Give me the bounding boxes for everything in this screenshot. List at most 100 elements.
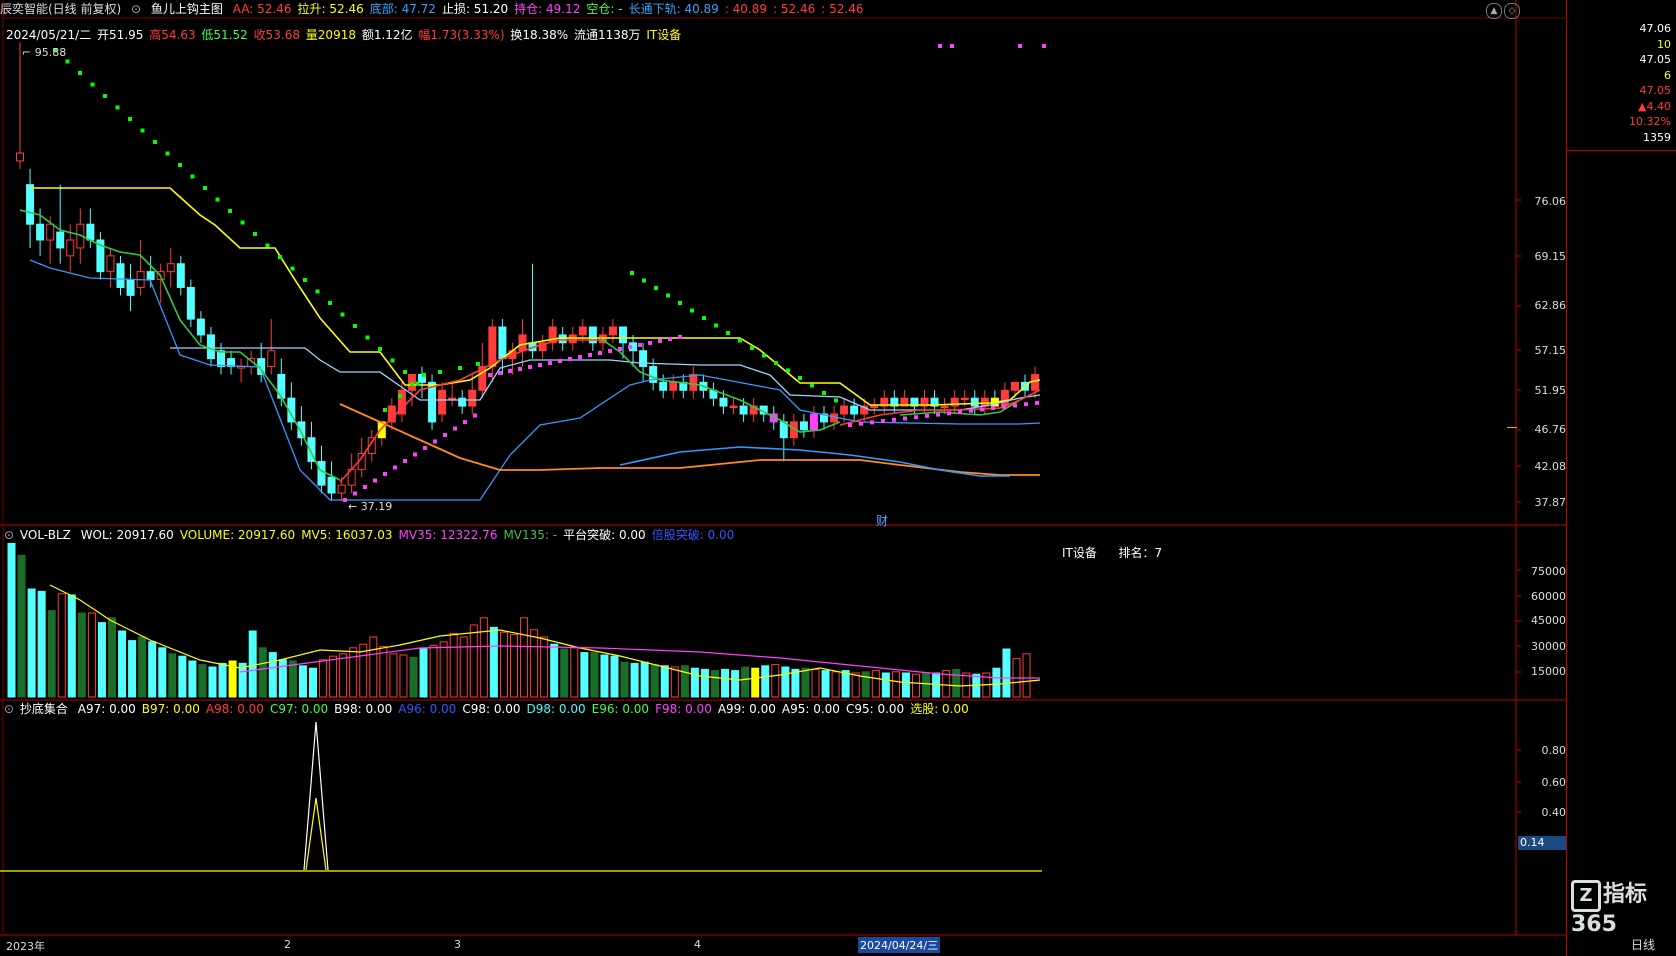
volume-bar	[640, 661, 649, 698]
sar-dot-green	[690, 308, 694, 313]
sar-dot-magenta	[914, 415, 918, 420]
sar-dot-magenta	[413, 452, 417, 457]
volume-bar	[881, 672, 890, 698]
sar-dot-green	[265, 243, 270, 248]
ind-value-7: D98: 0.00	[526, 702, 586, 716]
candle-body	[1010, 381, 1019, 391]
volume-bar	[439, 641, 448, 698]
candle-body	[317, 460, 326, 486]
candle-body	[337, 484, 346, 494]
high-mark: ⌐ 95.88	[22, 46, 67, 59]
sar-dot-magenta	[443, 433, 447, 437]
y-tick-label: 37.87	[1534, 496, 1567, 509]
sar-dot-magenta	[598, 351, 602, 355]
candle-body	[488, 326, 497, 368]
sar-dot-magenta	[648, 341, 652, 345]
ind-indicator-values: A97: 0.00 B97: 0.00 A98: 0.00 C97: 0.00 B98:…	[78, 702, 975, 716]
logo: Z 指标365	[1571, 880, 1648, 937]
vol-value-6: 倍股突破: 0.00	[651, 528, 735, 542]
finance-marker[interactable]: 财	[876, 512, 888, 529]
volume-bar	[369, 636, 378, 698]
y-tick-label: 0.60	[1541, 776, 1567, 789]
sar-dot-green	[65, 59, 70, 64]
vol-indicator-name[interactable]: VOL-BLZ	[20, 528, 71, 542]
volume-bar	[108, 617, 116, 698]
sar-dot-magenta	[453, 426, 457, 431]
sar-dot-magenta	[508, 369, 512, 373]
volume-bar	[319, 659, 328, 698]
volume-bar	[138, 636, 147, 698]
volume-bar	[248, 630, 257, 698]
sar-dot-magenta	[618, 347, 622, 351]
volume-bar	[268, 652, 277, 698]
sar-dot-green	[678, 301, 682, 305]
sar-dot-green	[203, 186, 207, 190]
volume-bar	[690, 667, 699, 698]
volume-bar	[721, 668, 730, 698]
candle-body	[176, 263, 185, 288]
candle-body	[940, 405, 949, 409]
sar-dot-magenta	[463, 420, 467, 424]
sar-dot-magenta	[498, 371, 502, 375]
sar-dot-green	[762, 353, 766, 358]
options-icon[interactable]: ◇	[1504, 3, 1520, 19]
sar-dot-green	[153, 140, 157, 144]
volume-bar	[530, 629, 539, 698]
sar-dot-magenta	[538, 363, 542, 367]
sar-dot-magenta	[947, 411, 951, 416]
sar-dot-magenta	[403, 459, 407, 463]
candle-body	[870, 405, 879, 409]
vol-dropdown-icon[interactable]: ⊙	[4, 528, 14, 542]
sar-dot-magenta	[383, 472, 387, 476]
sar-dot-magenta	[473, 413, 477, 418]
period-label[interactable]: 日线	[1631, 936, 1655, 953]
volume-bar	[298, 665, 307, 698]
volume-bar	[851, 672, 860, 698]
vol-value-2: MV5: 16037.03	[301, 528, 393, 542]
y-tick-label: 0.80	[1541, 744, 1567, 757]
kline-chart[interactable]	[0, 0, 1566, 956]
volume-bar	[831, 671, 840, 698]
y-tick-label: 76.06	[1534, 195, 1567, 208]
sar-dot-magenta	[528, 365, 532, 369]
sar-dot-green	[328, 301, 332, 305]
right-panel-value: 47.06	[1639, 22, 1672, 35]
volume-bar	[309, 667, 317, 698]
sar-dot-magenta	[936, 412, 940, 417]
sar-dot-magenta	[658, 339, 662, 343]
ind-value-4: B98: 0.00	[334, 702, 393, 716]
sar-dot-green	[390, 358, 395, 363]
logo-icon: Z	[1571, 880, 1601, 912]
x-month-3: 3	[454, 938, 461, 951]
ind-dropdown-icon[interactable]: ⊙	[4, 702, 14, 716]
volume-bar	[952, 668, 961, 698]
sar-dot-green	[786, 368, 790, 373]
candle-body	[196, 318, 205, 336]
volume-bar	[590, 652, 599, 698]
vol-value-1: VOLUME: 20917.60	[179, 528, 296, 542]
volume-bar	[178, 655, 187, 698]
volume-bar	[77, 612, 86, 698]
ind-indicator-name[interactable]: 抄底集合	[20, 702, 68, 716]
sar-dot-green	[398, 394, 402, 398]
y-tick-label: 57.15	[1534, 344, 1567, 357]
volume-bar	[459, 636, 468, 698]
vol-value-5: 平台突破: 0.00	[563, 528, 646, 542]
sar-dot-green	[103, 94, 107, 98]
candle-body	[850, 405, 859, 415]
sar-dot-magenta	[518, 367, 522, 371]
ind-value-6: C98: 0.00	[462, 702, 521, 716]
ind-value-2: A98: 0.00	[205, 702, 264, 716]
expand-icon[interactable]: ▲	[1486, 3, 1502, 19]
ind-value-5: A96: 0.00	[398, 702, 457, 716]
sar-dot-magenta	[1002, 404, 1006, 409]
volume-bar	[349, 647, 358, 698]
candle-body	[297, 421, 306, 439]
sar-dot-magenta	[393, 465, 397, 470]
sar-dot-magenta	[958, 410, 962, 414]
candle-body	[659, 381, 668, 391]
volume-bar	[781, 666, 790, 698]
sar-dot-green	[240, 220, 245, 225]
x-month-4: 4	[694, 938, 701, 951]
volume-bar	[128, 640, 137, 698]
